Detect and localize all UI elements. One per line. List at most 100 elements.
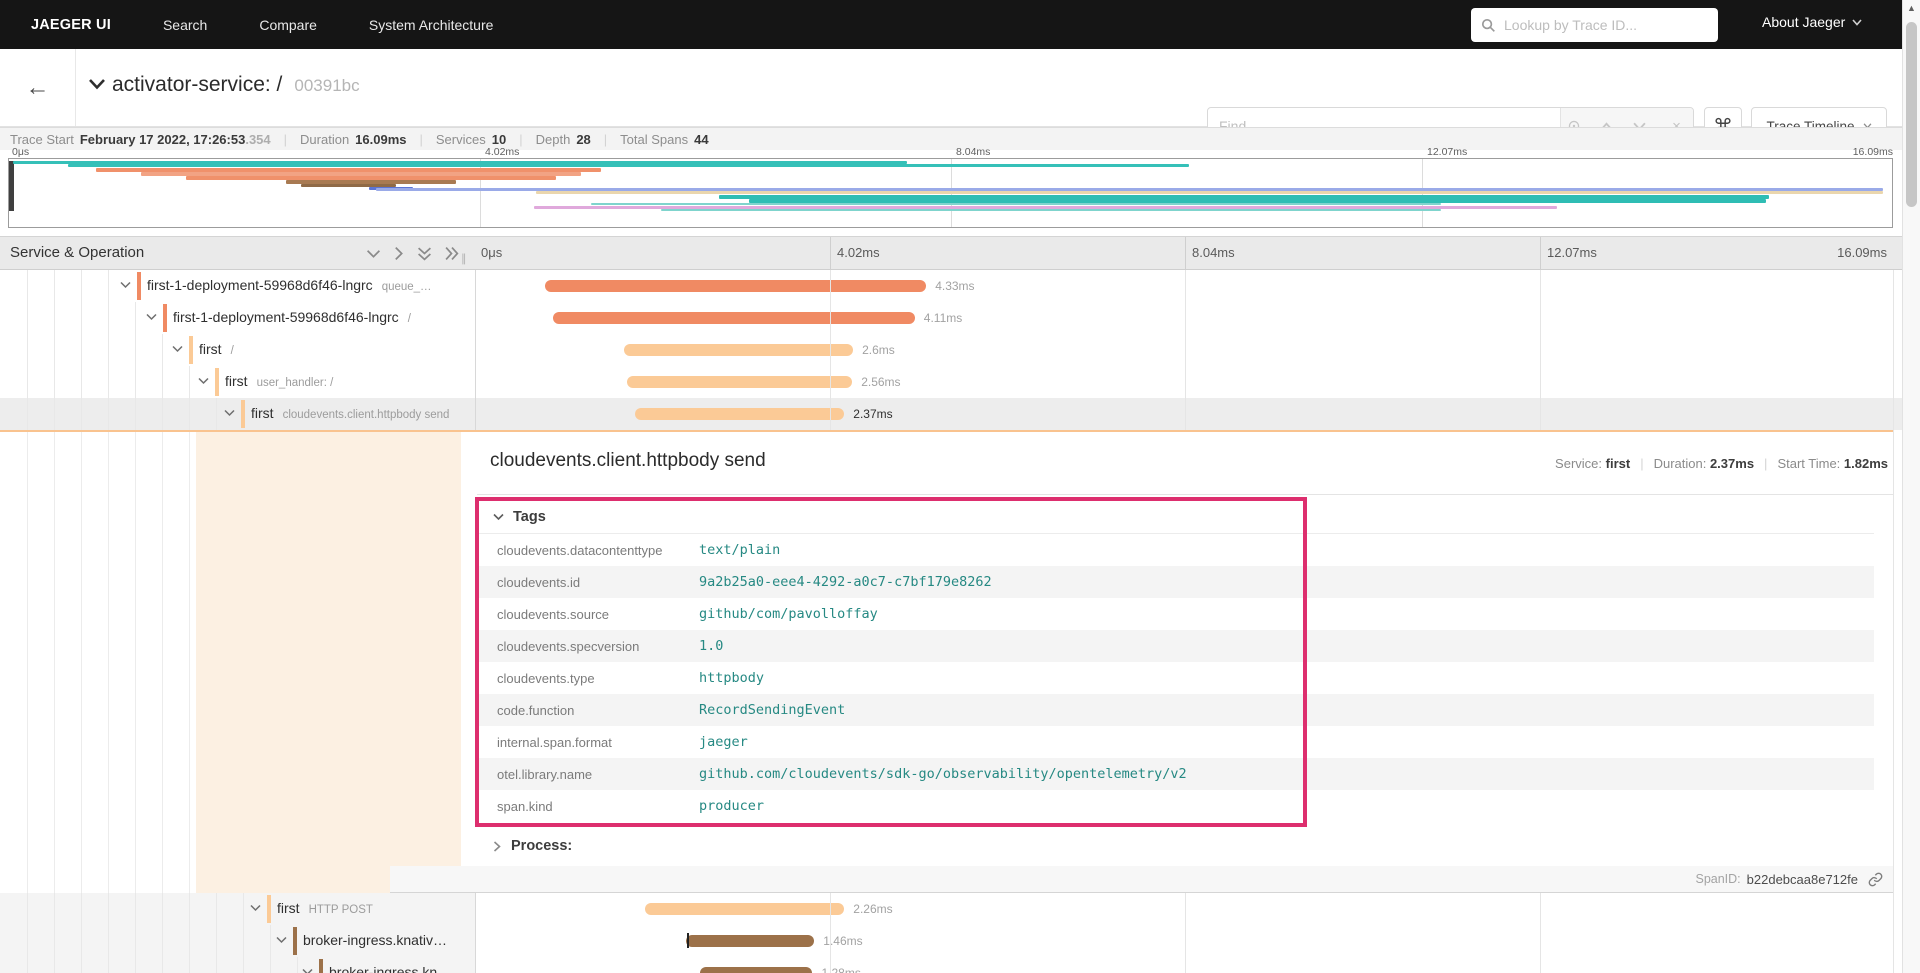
tree-indent-guides [1, 398, 225, 430]
minimap-viewport-handle[interactable] [9, 161, 14, 211]
back-button[interactable]: ← [0, 49, 76, 126]
span-bar[interactable] [699, 967, 813, 973]
chevron-down-icon[interactable] [250, 904, 261, 915]
span-row-name-cell: first cloudevents.client.httpbody send [0, 398, 475, 430]
chevron-down-icon[interactable] [198, 377, 209, 388]
timeline-right-border [1893, 430, 1894, 893]
stat-label: Trace Start [10, 131, 74, 147]
span-bar[interactable] [635, 408, 845, 420]
tag-value: 1.0 [699, 638, 724, 654]
timeline-gridline [830, 893, 831, 973]
chevron-down-icon[interactable] [172, 345, 183, 356]
tag-value: text/plain [699, 542, 781, 558]
stat-value: 44 [694, 131, 709, 147]
trace-title-text: activator-service: / [112, 73, 283, 96]
detail-span-meta: Service: first | Duration: 2.37ms | Start Ti… [1555, 456, 1888, 471]
tag-key: span.kind [497, 798, 553, 814]
minimap-span-segment [661, 209, 1441, 211]
tag-row[interactable]: code.function RecordSendingEvent [479, 694, 1874, 726]
span-row[interactable]: first user_handler: / 2.56ms [0, 366, 1920, 398]
span-bar[interactable] [626, 376, 853, 388]
trace-header: ← activator-service: /00391bc × ⌘ Trace … [0, 49, 1920, 145]
stats-separator: | [283, 131, 288, 147]
service-color-bar [215, 368, 219, 396]
chevron-down-icon[interactable] [146, 313, 157, 324]
minimap-span-segment [536, 191, 1883, 194]
service-color-bar [319, 959, 323, 973]
scrollbar-up-arrow[interactable]: ▲ [1907, 3, 1916, 13]
nav-item-search[interactable]: Search [163, 17, 207, 33]
trace-collapse-chevron-icon[interactable] [88, 78, 106, 90]
span-bar[interactable] [685, 935, 815, 947]
span-bar[interactable] [623, 344, 853, 356]
chevron-down-icon[interactable] [120, 281, 131, 292]
collapse-all-icon[interactable] [417, 246, 432, 261]
stat-label: Total Spans [620, 131, 689, 147]
header-tick-cell: 4.02ms [830, 237, 1185, 269]
chevron-down-icon[interactable] [276, 936, 287, 947]
detail-meta-item: Service: first [1555, 456, 1631, 471]
span-row-name-cell: first user_handler: / [0, 366, 475, 398]
tags-section-header[interactable]: Tags [479, 500, 1874, 534]
detail-divider [477, 494, 1893, 495]
top-nav: JAEGER UI Search Compare System Architec… [0, 0, 1920, 49]
timeline-header: Service & Operation ∥ 0μs 4.02ms 8.04ms 12.… [0, 236, 1920, 270]
column-divider [475, 270, 476, 430]
tag-value: 9a2b25a0-eee4-4292-a0c7-c7bf179e8262 [699, 574, 992, 590]
nav-item-compare[interactable]: Compare [259, 17, 317, 33]
header-tick-label: 12.07ms [1547, 245, 1597, 260]
deep-link-icon[interactable] [1868, 872, 1883, 887]
expand-all-icon[interactable] [445, 246, 459, 261]
tag-row[interactable]: span.kind producer [479, 790, 1874, 822]
scrollbar-thumb[interactable] [1906, 22, 1917, 207]
tag-row[interactable]: otel.library.name github.com/cloudevents/… [479, 758, 1874, 790]
service-color-bar [267, 895, 271, 923]
tag-row[interactable]: cloudevents.source github/com/pavolloffay [479, 598, 1874, 630]
span-row[interactable]: first / 2.6ms [0, 334, 1920, 366]
span-operation-name: / [230, 345, 234, 357]
column-resizer-grip[interactable]: ∥ [461, 252, 469, 265]
trace-id-lookup-input[interactable] [1504, 17, 1708, 33]
chevron-down-icon[interactable] [224, 409, 235, 420]
span-row-name-cell: first-1-deployment-59968d6f46-lngrc queue… [0, 270, 475, 302]
span-bar[interactable] [544, 280, 927, 292]
tag-row[interactable]: cloudevents.datacontenttype text/plain [479, 534, 1874, 566]
span-row[interactable]: broker-ingress.knativ… 1.46ms [0, 925, 1920, 957]
span-row[interactable]: first-1-deployment-59968d6f46-lngrc queue… [0, 270, 1920, 302]
tag-row[interactable]: cloudevents.specversion 1.0 [479, 630, 1874, 662]
tree-indent-guides [1, 366, 199, 398]
trace-id-lookup[interactable] [1471, 8, 1718, 42]
stats-separator: | [519, 131, 523, 147]
span-duration-label: 4.33ms [935, 279, 975, 293]
span-service-name: broker-ingress.knativ… [303, 932, 447, 948]
nav-item-system-architecture[interactable]: System Architecture [369, 17, 494, 33]
tag-row[interactable]: cloudevents.type httpbody [479, 662, 1874, 694]
span-detail-panel: cloudevents.client.httpbody send Service… [0, 430, 1920, 893]
vertical-scrollbar[interactable]: ▲ [1902, 0, 1920, 973]
selected-span-indent-strip [196, 432, 461, 893]
chevron-down-icon[interactable] [302, 968, 313, 973]
tag-row[interactable]: internal.span.format jaeger [479, 726, 1874, 758]
tree-indent-guides [1, 893, 251, 925]
tag-row[interactable]: cloudevents.id 9a2b25a0-eee4-4292-a0c7-c7… [479, 566, 1874, 598]
span-row[interactable]: first HTTP POST 2.26ms [0, 893, 1920, 925]
span-rows-bottom: first HTTP POST 2.26ms broker-ingress.knati… [0, 893, 1920, 973]
span-bar[interactable] [645, 903, 845, 915]
header-tick-label: 0μs [481, 245, 503, 260]
app-brand[interactable]: JAEGER UI [31, 17, 111, 33]
expand-one-icon[interactable] [394, 246, 404, 261]
about-jaeger-menu[interactable]: About Jaeger [1762, 14, 1862, 30]
span-operation-name: cloudevents.client.httpbody send [282, 409, 450, 421]
collapse-one-icon[interactable] [366, 246, 381, 261]
span-row-name-cell: first / [0, 334, 475, 366]
timeline-right-border [1893, 270, 1894, 430]
span-duration-label: 1.28ms [821, 966, 861, 973]
process-section-header[interactable]: Process: [493, 838, 572, 854]
span-row-name-cell: broker-ingress.kn… [0, 957, 475, 973]
span-bar[interactable] [552, 312, 915, 324]
trace-minimap[interactable] [8, 158, 1893, 228]
tree-indent-guides [1, 302, 147, 334]
span-row[interactable]: first-1-deployment-59968d6f46-lngrc / 4.11… [0, 302, 1920, 334]
span-row[interactable]: broker-ingress.kn… 1.28ms [0, 957, 1920, 973]
span-row[interactable]: first cloudevents.client.httpbody send 2.3… [0, 398, 1920, 430]
